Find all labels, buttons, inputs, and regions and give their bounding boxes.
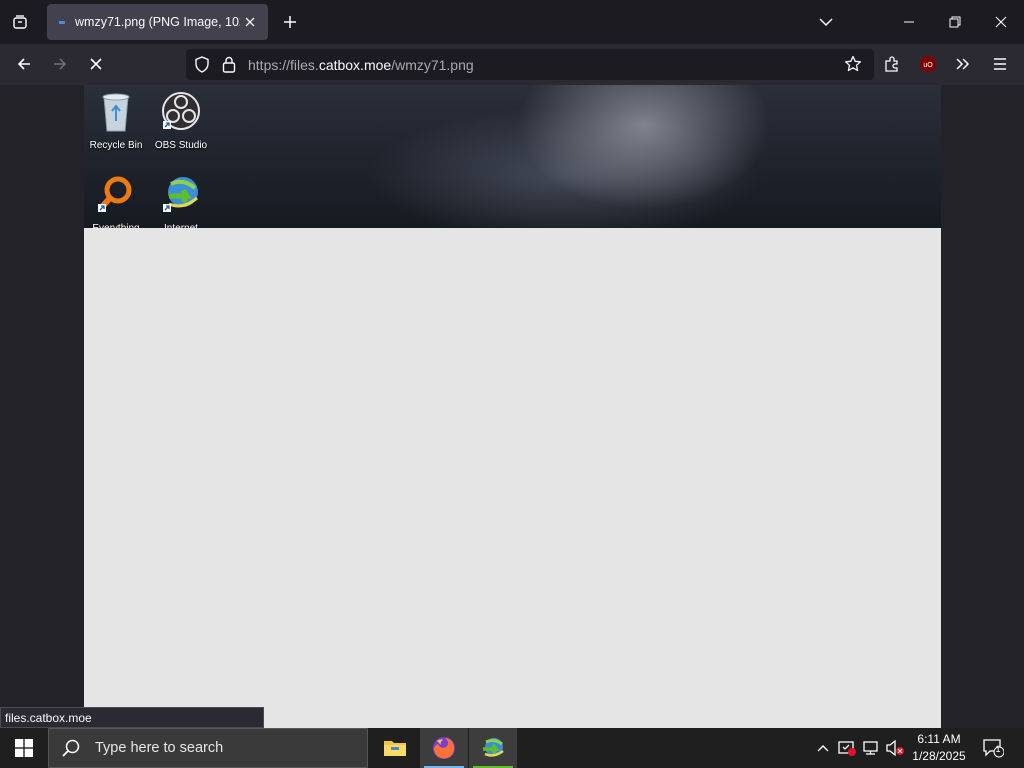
taskbar-search-box[interactable]: Type here to search <box>48 728 368 768</box>
tray-security-icon[interactable] <box>836 728 858 768</box>
back-button[interactable] <box>12 52 36 76</box>
clock-time: 6:11 AM <box>917 732 961 746</box>
forward-button[interactable] <box>48 52 72 76</box>
lock-icon[interactable] <box>222 56 236 78</box>
close-window-button[interactable] <box>991 12 1011 32</box>
taskbar-internet-download-manager[interactable] <box>469 728 517 768</box>
internet-download-manager-icon <box>163 177 198 212</box>
desktop-icon-label: Recycle Bin <box>89 140 143 151</box>
ublock-origin-icon[interactable]: uO <box>916 52 940 76</box>
tab-bar: wmzy71.png (PNG Image, 1024 <box>0 0 1024 44</box>
notification-count-badge: 1 <box>995 744 1001 754</box>
everything-search-icon <box>98 176 132 212</box>
desktop-icon-obs-studio: OBS Studio <box>149 91 213 151</box>
new-tab-button[interactable] <box>280 12 300 32</box>
internet-download-manager-icon <box>483 738 504 757</box>
address-bar[interactable]: https://files.catbox.moe/wmzy71.png <box>186 49 874 80</box>
show-hidden-icons-button[interactable] <box>812 728 834 768</box>
tab-title: wmzy71.png (PNG Image, 1024 <box>75 15 240 29</box>
search-icon <box>62 739 80 757</box>
network-ethernet-icon <box>863 741 878 755</box>
browser-tab[interactable]: wmzy71.png (PNG Image, 1024 <box>47 4 268 40</box>
desktop-icon-recycle-bin: Recycle Bin <box>84 91 148 151</box>
obs-studio-icon <box>162 92 200 130</box>
recycle-bin-icon <box>102 93 130 132</box>
close-tab-icon[interactable] <box>242 14 258 30</box>
tracking-protection-shield-icon[interactable] <box>194 56 210 78</box>
link-status-bar: files.catbox.moe <box>0 707 264 728</box>
bookmark-star-icon[interactable] <box>844 55 862 78</box>
menu-hamburger-icon[interactable] <box>988 52 1012 76</box>
windows-logo-icon <box>15 739 33 757</box>
volume-muted-icon <box>886 740 904 756</box>
tray-network-icon[interactable] <box>860 728 882 768</box>
screenshot-image-desktop: Recycle Bin OBS Studio Everything Intern… <box>84 85 941 234</box>
chevron-up-icon <box>817 745 829 752</box>
search-placeholder: Type here to search <box>95 740 224 756</box>
security-alert-icon <box>838 741 856 756</box>
taskbar-clock[interactable]: 6:11 AM 1/28/2025 <box>905 731 973 765</box>
desktop-icon-label: OBS Studio <box>154 140 208 151</box>
restore-button[interactable] <box>945 12 965 32</box>
firefox-icon <box>433 737 455 759</box>
more-tools-chevron-icon[interactable] <box>951 52 975 76</box>
action-center-button[interactable]: 1 <box>978 728 1008 768</box>
windows-taskbar: Type here to search 6:11 AM 1/28/2025 1 <box>0 728 1024 768</box>
screenshot-image-unloaded-area <box>84 228 941 728</box>
minimize-button[interactable] <box>899 12 919 32</box>
url-text[interactable]: https://files.catbox.moe/wmzy71.png <box>248 57 474 73</box>
page-content: Recycle Bin OBS Studio Everything Intern… <box>0 85 1024 728</box>
clock-date: 1/28/2025 <box>912 749 966 763</box>
tray-volume-icon[interactable] <box>884 728 906 768</box>
start-button[interactable] <box>0 728 48 768</box>
taskbar-firefox[interactable] <box>420 728 468 768</box>
taskbar-file-explorer[interactable] <box>371 728 419 768</box>
list-all-tabs-icon[interactable] <box>816 12 836 32</box>
folder-icon <box>384 741 406 756</box>
navigation-toolbar: https://files.catbox.moe/wmzy71.png uO <box>0 44 1024 85</box>
desktop-icon-internet-download-manager: Internet <box>149 174 213 234</box>
tab-favicon-icon <box>59 20 65 24</box>
tab-overview-icon[interactable] <box>8 10 32 34</box>
svg-text:uO: uO <box>923 62 933 69</box>
desktop-icon-everything: Everything <box>84 174 148 234</box>
extensions-puzzle-icon[interactable] <box>880 52 904 76</box>
stop-loading-button[interactable] <box>84 52 108 76</box>
